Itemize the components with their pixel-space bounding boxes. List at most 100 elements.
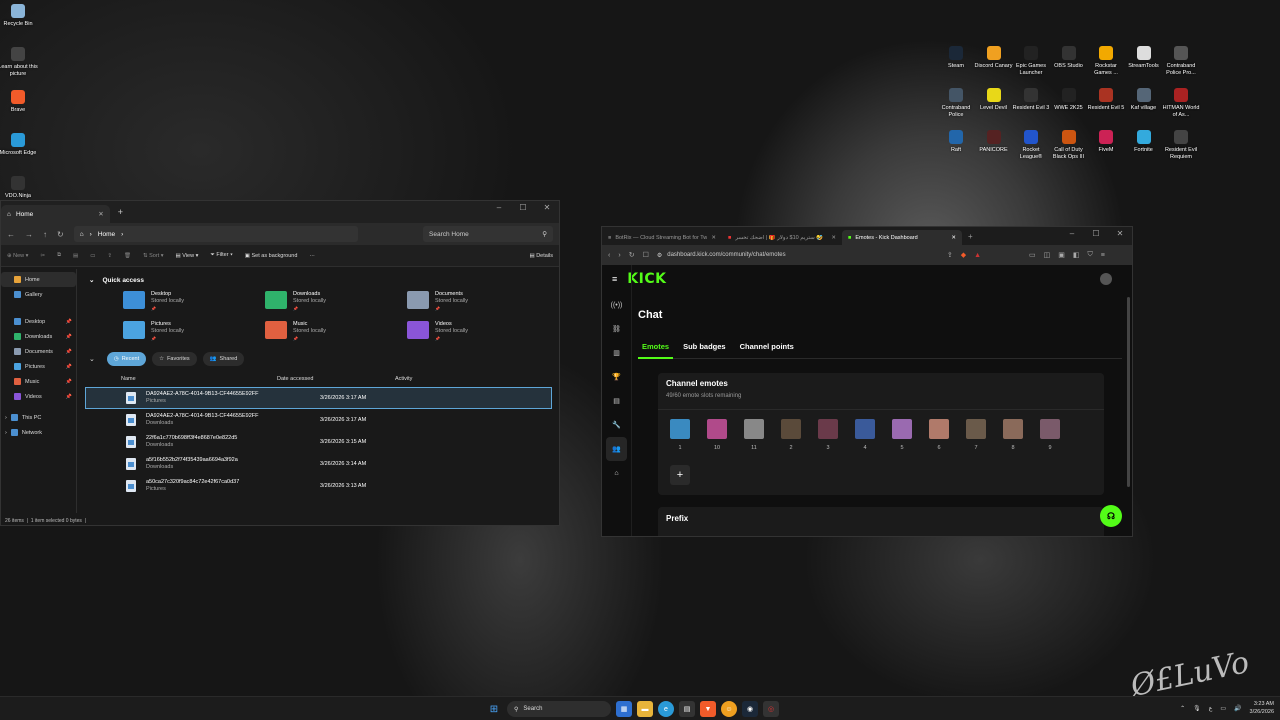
desktop-icon-contraband-police[interactable]: Contraband Police [936,88,976,119]
clock[interactable]: 3:23 AM 3/26/2026 [1250,700,1274,716]
file-row[interactable]: 22f6a1c770b698ff3f4e8687e0e822d5 Download… [85,431,552,453]
start-windows-icon[interactable]: ⊞ [486,701,502,717]
desktop-icon-rocket-league[interactable]: Rocket League® [1011,130,1051,161]
emote-item[interactable]: 9 [1040,419,1060,451]
creator-icon[interactable]: ⌂ [602,461,631,485]
details-button[interactable]: ▤ Details [529,253,553,259]
file-row[interactable]: a50ca27c320f9ac84c72e42f67ca0d37 Pictures… [85,475,552,497]
quick-access-documents[interactable]: Documents Stored locally 📌 [407,291,549,313]
kick-logo[interactable]: KICK [627,271,666,287]
quick-access-downloads[interactable]: Downloads Stored locally 📌 [265,291,407,313]
chevron-up-icon[interactable]: ⌃ [1180,705,1185,712]
edge-icon[interactable]: e [658,701,674,717]
split-view-icon[interactable]: ◫ [1044,251,1051,259]
column-activity[interactable]: Activity [395,376,412,382]
network-icon[interactable]: ▭ [1220,705,1226,712]
rename-icon[interactable]: ▭ [90,253,95,259]
emote-item[interactable]: 8 [1003,419,1023,451]
trophy-icon[interactable]: 🏆 [602,365,631,389]
desktop-icon-resident-evil-5[interactable]: Resident Evil 5 [1086,88,1126,112]
quick-access-desktop[interactable]: Desktop Stored locally 📌 [123,291,265,313]
sidebar-item-network[interactable]: › Network [1,425,76,440]
close-button[interactable]: ✕ [1108,227,1132,241]
stream-icon[interactable]: ((•)) [602,293,631,317]
desktop-icon-hitman-world-of-as[interactable]: HITMAN World of As... [1161,88,1201,119]
chevron-right-icon[interactable]: › [5,415,7,421]
column-date[interactable]: Date accessed [277,376,395,382]
quick-access-music[interactable]: Music Stored locally 📌 [265,321,407,343]
sidebar-item-pictures[interactable]: Pictures 📌 [1,359,76,374]
share-icon[interactable]: ⇪ [947,251,953,259]
more-options-button[interactable]: ··· [309,253,315,259]
delete-icon[interactable]: 🗑 [124,253,131,259]
tab-channel-points[interactable]: Channel points [736,339,798,359]
new-tab-button[interactable]: + [118,207,123,217]
tab-sub-badges[interactable]: Sub badges [679,339,730,359]
maximize-button[interactable]: ☐ [511,201,535,215]
close-tab-icon[interactable]: ✕ [98,210,103,218]
sidebar-item-gallery[interactable]: Gallery [1,287,76,302]
sidebar-item-videos[interactable]: Videos 📌 [1,389,76,404]
desktop-icon-streamtools[interactable]: StreamTools [1124,46,1164,70]
cut-icon[interactable]: ✂ [40,253,45,259]
file-row[interactable]: DA924AE2-A78C-4014-9B13-CF44655E92FF Pict… [85,387,552,409]
steam-icon[interactable]: ◉ [742,701,758,717]
widgets-icon[interactable]: ▦ [616,701,632,717]
file-row[interactable]: DA924AE2-A78C-4014-9B13-CF44655E92FF Down… [85,409,552,431]
desktop-icon-brave[interactable]: Brave [0,90,38,114]
forward-arrow-icon[interactable]: → [25,230,33,239]
discord-icon[interactable]: ☺ [721,701,737,717]
maximize-button[interactable]: ☐ [1084,227,1108,241]
emote-item[interactable]: 5 [892,419,912,451]
store-icon[interactable]: ▤ [679,701,695,717]
sidebar-item-home[interactable]: Home [1,272,76,287]
desktop-icon-learn-about-this-picture[interactable]: Learn about this picture [0,47,38,78]
tab-manager-icon[interactable]: ▣ [1058,251,1065,259]
emote-item[interactable]: 6 [929,419,949,451]
new-button[interactable]: ⊕ New ▾ [7,253,28,259]
tab-emotes[interactable]: Emotes [638,339,674,359]
recording-icon[interactable]: ◎ [763,701,779,717]
browser-tab-3[interactable]: ■ Emotes - Kick Dashboard ✕ [842,230,962,245]
media-icon[interactable]: ▤ [602,389,631,413]
desktop-icon-fivem[interactable]: FiveM [1086,130,1126,154]
desktop-icon-kaf-village[interactable]: Kaf village [1124,88,1164,112]
emote-item[interactable]: 11 [744,419,764,451]
minimize-button[interactable]: – [1060,227,1084,241]
quick-access-pictures[interactable]: Pictures Stored locally 📌 [123,321,265,343]
close-tab-icon[interactable]: ✕ [831,235,836,241]
desktop-icon-rockstar-games[interactable]: Rockstar Games ... [1086,46,1126,77]
sidebar-item-downloads[interactable]: Downloads 📌 [1,329,76,344]
sort-button[interactable]: ⇅ Sort ▾ [143,253,164,259]
desktop-icon-resident-evil-requiem[interactable]: Resident Evil Requiem [1161,130,1201,161]
address-bar[interactable]: ⌂ › Home › [73,226,358,242]
filter-favorites[interactable]: ☆ Favorites [152,352,197,366]
desktop-icon-fortnite[interactable]: Fortnite [1124,130,1164,154]
chevron-down-icon[interactable]: ⌄ [89,355,95,363]
emote-item[interactable]: 3 [818,419,838,451]
brave-rewards-icon[interactable]: ▲ [974,252,981,259]
desktop-icon-panicore[interactable]: PANICORE [974,130,1014,154]
sidebar-toggle-icon[interactable]: ▭ [1029,251,1036,259]
menu-icon[interactable]: ≡ [1101,252,1105,259]
close-tab-icon[interactable]: ✕ [711,235,716,241]
wallet-icon[interactable]: ◧ [1073,251,1080,259]
close-tab-icon[interactable]: ✕ [951,235,956,241]
language-indicator[interactable]: ع [1209,705,1213,712]
desktop-icon-raft[interactable]: Raft [936,130,976,154]
back-arrow-icon[interactable]: ‹ [608,252,610,259]
desktop-icon-recycle-bin[interactable]: Recycle Bin [0,4,38,28]
desktop-icon-contraband-police-pro[interactable]: Contraband Police Pro... [1161,46,1201,77]
desktop-icon-epic-games-launcher[interactable]: Epic Games Launcher [1011,46,1051,77]
sidebar-item-documents[interactable]: Documents 📌 [1,344,76,359]
desktop-icon-steam[interactable]: Steam [936,46,976,70]
url-bar[interactable]: ⚙ dashboard.kick.com/community/chat/emot… [657,248,927,262]
tools-icon[interactable]: 🔧 [602,413,631,437]
minimize-button[interactable]: – [487,201,511,215]
microphone-icon[interactable]: 🎙 [1193,705,1201,712]
quick-access-videos[interactable]: Videos Stored locally 📌 [407,321,549,343]
new-tab-button[interactable]: + [968,232,973,241]
brave-shields-icon[interactable]: ◆ [961,251,966,259]
support-chat-button[interactable]: ☊ [1100,505,1122,527]
desktop-icon-microsoft-edge[interactable]: Microsoft Edge [0,133,38,157]
